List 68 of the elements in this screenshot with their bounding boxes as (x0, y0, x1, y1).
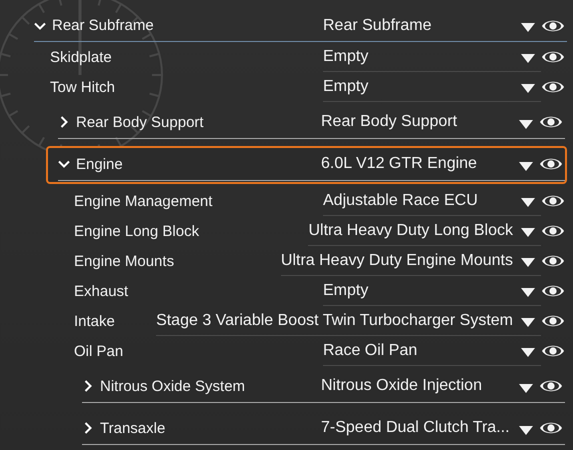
dropdown-caret-icon (521, 288, 535, 297)
part-label: Engine Long Block (73, 222, 200, 240)
part-row[interactable]: Rear Subframe Rear Subframe (34, 10, 567, 42)
part-row[interactable]: Engine Long Block Ultra Heavy Duty Long Block (58, 216, 567, 246)
part-select[interactable]: Rear Subframe (323, 10, 541, 41)
dropdown-caret-icon (521, 84, 535, 93)
part-label: Skidplate (49, 48, 112, 66)
part-select[interactable]: 6.0L V12 GTR Engine (321, 148, 539, 180)
eye-icon[interactable] (539, 114, 563, 130)
part-select[interactable]: Ultra Heavy Duty Engine Mounts (280, 246, 541, 276)
part-label: Transaxle (100, 420, 166, 436)
dropdown-caret-icon (521, 348, 535, 357)
part-label: Rear Body Support (76, 114, 204, 130)
eye-icon[interactable] (541, 193, 565, 209)
dropdown-caret-icon (521, 258, 535, 267)
part-label: Engine (76, 156, 123, 172)
eye-icon[interactable] (541, 49, 565, 65)
dropdown-caret-icon (519, 426, 533, 434)
part-row[interactable]: Rear Body Support Rear Body Support (46, 104, 567, 142)
part-label: Nitrous Oxide System (100, 378, 246, 394)
dropdown-caret-icon (519, 120, 533, 128)
part-select[interactable]: 7-Speed Dual Clutch Tra... (321, 412, 539, 444)
chevron-icon[interactable] (82, 422, 94, 434)
part-label: Tow Hitch (49, 78, 116, 96)
part-label: Engine Management (73, 192, 212, 210)
part-select[interactable]: Nitrous Oxide Injection (321, 370, 539, 402)
eye-icon[interactable] (541, 253, 565, 269)
part-row[interactable]: Transaxle 7-Speed Dual Clutch Tra... (70, 410, 567, 448)
part-label: Engine Mounts (73, 252, 174, 270)
eye-icon[interactable] (541, 223, 565, 239)
eye-icon[interactable] (541, 343, 565, 359)
dropdown-caret-icon (521, 23, 535, 32)
part-row[interactable]: Exhaust Empty (58, 276, 567, 306)
part-row[interactable]: Engine Mounts Ultra Heavy Duty Engine Mounts (58, 246, 567, 276)
part-row[interactable]: Nitrous Oxide System Nitrous Oxide Injection (70, 368, 567, 406)
selected-row[interactable]: Engine 6.0L V12 GTR Engine (46, 146, 567, 184)
eye-icon[interactable] (541, 313, 565, 329)
eye-icon[interactable] (539, 420, 563, 436)
eye-icon[interactable] (541, 283, 565, 299)
part-select[interactable]: Empty (323, 72, 541, 102)
dropdown-caret-icon (521, 198, 535, 207)
dropdown-caret-icon (519, 162, 533, 170)
part-select[interactable]: Stage 3 Variable Boost Twin Turbocharger System (156, 306, 541, 336)
dropdown-caret-icon (519, 384, 533, 392)
part-row[interactable]: Oil Pan Race Oil Pan (58, 336, 567, 366)
chevron-icon[interactable] (58, 158, 70, 170)
part-select[interactable]: Adjustable Race ECU (323, 186, 541, 216)
chevron-icon[interactable] (58, 116, 70, 128)
part-select[interactable]: Rear Body Support (321, 106, 539, 138)
eye-icon[interactable] (539, 156, 563, 172)
part-label: Exhaust (73, 282, 128, 300)
eye-icon[interactable] (541, 79, 565, 95)
dropdown-caret-icon (521, 228, 535, 237)
part-row[interactable]: Tow Hitch Empty (34, 72, 567, 102)
part-select[interactable]: Empty (323, 276, 541, 306)
part-row[interactable]: Engine Management Adjustable Race ECU (58, 186, 567, 216)
part-label: Oil Pan (73, 342, 124, 360)
part-row[interactable]: Skidplate Empty (34, 42, 567, 72)
chevron-icon[interactable] (82, 380, 94, 392)
part-select[interactable]: Race Oil Pan (323, 336, 541, 366)
part-label: Intake (73, 312, 115, 330)
dropdown-caret-icon (521, 318, 535, 327)
dropdown-caret-icon (521, 54, 535, 63)
part-select[interactable]: Ultra Heavy Duty Long Block (308, 216, 541, 246)
eye-icon[interactable] (539, 378, 563, 394)
part-label: Rear Subframe (52, 17, 154, 34)
part-row[interactable]: Intake Stage 3 Variable Boost Twin Turbocharger System (58, 306, 567, 336)
part-select[interactable]: Empty (323, 42, 541, 72)
